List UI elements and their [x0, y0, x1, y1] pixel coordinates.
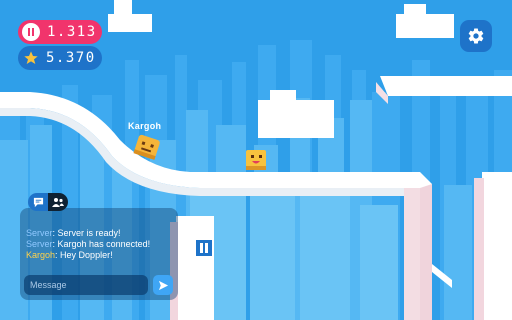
chat-bubble-icon	[33, 197, 43, 207]
tab-messages[interactable]	[28, 193, 48, 211]
chat-sender: Server	[26, 228, 53, 238]
send-button[interactable]	[153, 275, 173, 295]
timer-display: 1.313	[18, 20, 102, 44]
star-icon	[22, 49, 40, 67]
right-pillar	[474, 172, 512, 320]
foreground-buildings	[190, 185, 398, 320]
message-input[interactable]	[24, 275, 148, 295]
player-nametag: Kargoh	[128, 121, 162, 131]
chat-sender: Kargoh	[26, 250, 56, 260]
pause-icon	[28, 28, 34, 36]
send-arrow-icon	[158, 280, 168, 290]
chat-message: Kargoh: Hey Doppler!	[26, 250, 113, 260]
player-cube-doppler	[246, 150, 266, 170]
players-icon	[52, 197, 64, 207]
chat-message: Server: Server is ready!	[26, 228, 121, 238]
settings-button[interactable]	[460, 20, 492, 52]
chat-sender: Server	[26, 239, 53, 249]
chat-log: Server: Server is ready! Server: Kargoh …	[26, 228, 176, 261]
chat-tabs	[28, 193, 68, 211]
chat-text: Server is ready!	[57, 228, 121, 238]
pause-button[interactable]	[22, 23, 40, 41]
tab-players[interactable]	[48, 193, 68, 211]
gear-icon	[468, 28, 484, 44]
chat-text: Kargoh has connected!	[57, 239, 151, 249]
chat-text: Hey Doppler!	[60, 250, 113, 260]
timer-value: 1.313	[47, 24, 97, 40]
score-value: 5.370	[46, 50, 96, 66]
score-display: 5.370	[18, 46, 102, 70]
chat-message: Server: Kargoh has connected!	[26, 239, 151, 249]
